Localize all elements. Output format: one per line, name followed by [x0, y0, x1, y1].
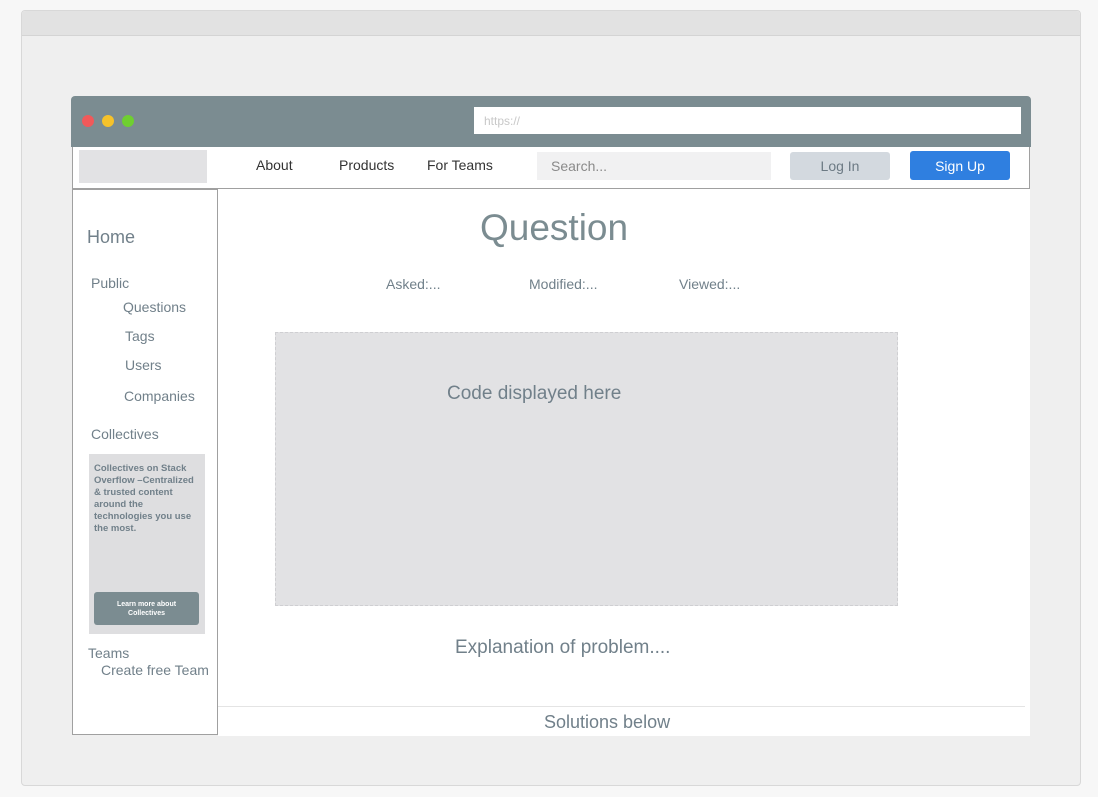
browser-toolbar: [71, 96, 1031, 147]
collectives-promo: Collectives on Stack Overflow –Centraliz…: [89, 454, 205, 634]
sidebar-item-questions[interactable]: Questions: [123, 299, 186, 315]
login-button[interactable]: Log In: [790, 152, 890, 180]
logo-placeholder[interactable]: [79, 150, 207, 183]
create-free-team-link[interactable]: Create free Team: [101, 662, 209, 678]
nav-link-for-teams[interactable]: For Teams: [427, 157, 493, 173]
minimize-dot-icon[interactable]: [102, 115, 114, 127]
nav-link-about[interactable]: About: [256, 157, 293, 173]
problem-explanation: Explanation of problem....: [455, 637, 671, 658]
maximize-dot-icon[interactable]: [122, 115, 134, 127]
code-block[interactable]: Code displayed here: [275, 332, 898, 606]
sidebar-item-users[interactable]: Users: [125, 357, 162, 373]
learn-more-collectives-button[interactable]: Learn more about Collectives: [94, 592, 199, 625]
sidebar-item-companies[interactable]: Companies: [124, 388, 195, 404]
section-divider: [218, 706, 1025, 707]
code-placeholder-text: Code displayed here: [447, 383, 622, 404]
nav-link-products[interactable]: Products: [339, 157, 394, 173]
sidebar-section-public: Public: [91, 275, 130, 291]
question-main: Question Asked:... Modified:... Viewed:.…: [218, 189, 1030, 736]
sidebar-section-collectives[interactable]: Collectives: [91, 426, 159, 442]
viewed-meta: Viewed:...: [679, 276, 741, 292]
sidebar-section-teams: Teams: [88, 645, 130, 661]
search-input[interactable]: [537, 152, 771, 180]
asked-meta: Asked:...: [386, 276, 441, 292]
solutions-heading: Solutions below: [544, 712, 671, 732]
top-navbar: About Products For Teams Log In Sign Up: [72, 147, 1030, 189]
left-sidebar: Home Public Questions Tags Users Compani…: [72, 189, 218, 735]
close-dot-icon[interactable]: [82, 115, 94, 127]
sidebar-item-home[interactable]: Home: [87, 227, 135, 248]
modified-meta: Modified:...: [529, 276, 598, 292]
page-title: Question: [480, 207, 629, 248]
address-bar[interactable]: [474, 107, 1021, 134]
promo-text: Collectives on Stack Overflow –Centraliz…: [94, 463, 194, 534]
outer-title-bar: [22, 11, 1080, 36]
signup-button[interactable]: Sign Up: [910, 151, 1010, 180]
sidebar-item-tags[interactable]: Tags: [125, 328, 155, 344]
